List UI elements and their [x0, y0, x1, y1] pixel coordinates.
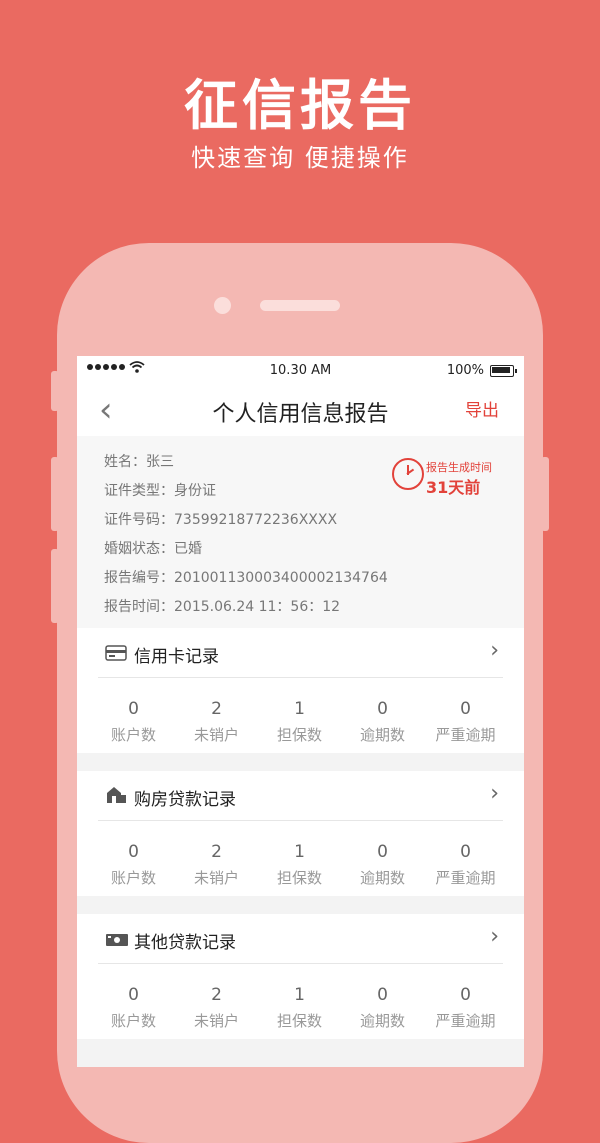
phone-volume-down [51, 549, 59, 623]
clock-icon [392, 458, 424, 490]
status-bar: 10.30 AM 100% [77, 356, 524, 386]
promo-subtitle: 快速查询 便捷操作 [191, 144, 409, 172]
stats-row: 0 账户数 2 未销户 1 担保数 0 逾期数 0 严重逾期 [92, 841, 517, 889]
stat-value: 1 [294, 699, 305, 719]
stat-open: 2 未销户 [175, 984, 258, 1032]
house-icon [107, 787, 126, 803]
stat-guarantees: 1 担保数 [258, 698, 341, 746]
stat-open: 2 未销户 [175, 698, 258, 746]
info-id-type: 证件类型：身份证 [104, 483, 216, 499]
stat-overdue: 0 逾期数 [341, 698, 424, 746]
other-loan-section-header[interactable]: 其他贷款记录 › [77, 914, 524, 963]
promo-title: 征信报告 [184, 74, 416, 137]
stat-value: 0 [377, 842, 388, 862]
stat-label: 账户数 [110, 869, 156, 887]
housing-loan-section: 购房贷款记录 › 0 账户数 2 未销户 1 担保数 0 逾期数 0 严重逾期 [77, 771, 524, 896]
stat-label: 未销户 [193, 726, 239, 744]
info-id-number: 证件号码：73599218772236XXXX [104, 512, 338, 528]
phone-mute-switch [51, 371, 59, 411]
app-screen: 10.30 AM 100% ‹ 个人信用信息报告 导出 姓名：张三 证件类型：身… [77, 356, 524, 1067]
section-gap [77, 896, 524, 914]
battery-icon [490, 365, 517, 377]
stat-label: 严重逾期 [435, 1012, 496, 1030]
stat-value: 0 [377, 985, 388, 1005]
stat-severe-overdue: 0 严重逾期 [424, 984, 507, 1032]
section-gap [77, 1039, 524, 1067]
stat-overdue: 0 逾期数 [341, 984, 424, 1032]
chevron-right-icon: › [490, 638, 499, 663]
section-divider [98, 963, 503, 964]
section-title: 信用卡记录 [134, 647, 219, 667]
stat-label: 逾期数 [359, 726, 405, 744]
stat-label: 担保数 [276, 869, 322, 887]
generated-time-label: 报告生成时间 [426, 461, 492, 474]
stat-value: 0 [460, 842, 471, 862]
stat-value: 0 [128, 985, 139, 1005]
stat-label: 账户数 [110, 1012, 156, 1030]
info-report-time: 报告时间：2015.06.24 11：56：12 [104, 599, 341, 615]
stat-value: 0 [377, 699, 388, 719]
section-title: 其他贷款记录 [134, 933, 236, 953]
info-name: 姓名：张三 [104, 454, 174, 470]
stat-guarantees: 1 担保数 [258, 841, 341, 889]
section-gap [77, 753, 524, 771]
stat-label: 未销户 [193, 869, 239, 887]
battery-percentage: 100% [446, 363, 484, 378]
generated-time-value: 31天前 [426, 478, 481, 497]
chevron-right-icon: › [490, 781, 499, 806]
stat-accounts: 0 账户数 [92, 698, 175, 746]
stat-label: 担保数 [276, 726, 322, 744]
stat-label: 担保数 [276, 1012, 322, 1030]
chevron-right-icon: › [490, 924, 499, 949]
stat-value: 0 [128, 842, 139, 862]
stat-guarantees: 1 担保数 [258, 984, 341, 1032]
page-title: 个人信用信息报告 [212, 402, 389, 427]
stat-value: 0 [460, 699, 471, 719]
credit-card-icon [105, 645, 127, 661]
stats-row: 0 账户数 2 未销户 1 担保数 0 逾期数 0 严重逾期 [92, 698, 517, 746]
stat-value: 2 [211, 842, 222, 862]
section-title: 购房贷款记录 [134, 790, 236, 810]
credit-card-section: 信用卡记录 › 0 账户数 2 未销户 1 担保数 0 逾期数 0 严重逾期 [77, 628, 524, 753]
phone-power-button [541, 457, 549, 531]
stat-value: 2 [211, 985, 222, 1005]
stat-value: 0 [128, 699, 139, 719]
stat-value: 2 [211, 699, 222, 719]
credit-card-section-header[interactable]: 信用卡记录 › [77, 628, 524, 677]
stat-value: 1 [294, 985, 305, 1005]
stat-label: 逾期数 [359, 869, 405, 887]
stat-accounts: 0 账户数 [92, 841, 175, 889]
stat-label: 未销户 [193, 1012, 239, 1030]
stat-accounts: 0 账户数 [92, 984, 175, 1032]
cash-icon [106, 934, 128, 946]
section-divider [98, 820, 503, 821]
stat-label: 账户数 [110, 726, 156, 744]
phone-speaker [260, 300, 340, 311]
other-loan-section: 其他贷款记录 › 0 账户数 2 未销户 1 担保数 0 逾期数 0 严重逾期 [77, 914, 524, 1039]
section-divider [98, 677, 503, 678]
stat-label: 严重逾期 [435, 726, 496, 744]
info-marital-status: 婚姻状态：已婚 [104, 541, 202, 557]
export-button[interactable]: 导出 [465, 396, 499, 421]
stat-label: 逾期数 [359, 1012, 405, 1030]
phone-camera [214, 297, 231, 314]
stat-severe-overdue: 0 严重逾期 [424, 698, 507, 746]
stat-value: 1 [294, 842, 305, 862]
housing-loan-section-header[interactable]: 购房贷款记录 › [77, 771, 524, 820]
stat-value: 0 [460, 985, 471, 1005]
stat-overdue: 0 逾期数 [341, 841, 424, 889]
report-info-panel: 姓名：张三 证件类型：身份证 证件号码：73599218772236XXXX 婚… [77, 436, 524, 628]
nav-bar: ‹ 个人信用信息报告 导出 [77, 386, 524, 434]
phone-volume-up [51, 457, 59, 531]
stats-row: 0 账户数 2 未销户 1 担保数 0 逾期数 0 严重逾期 [92, 984, 517, 1032]
info-report-number: 报告编号：2010011300034000021347​64 [104, 570, 388, 586]
stat-open: 2 未销户 [175, 841, 258, 889]
stat-label: 严重逾期 [435, 869, 496, 887]
stat-severe-overdue: 0 严重逾期 [424, 841, 507, 889]
